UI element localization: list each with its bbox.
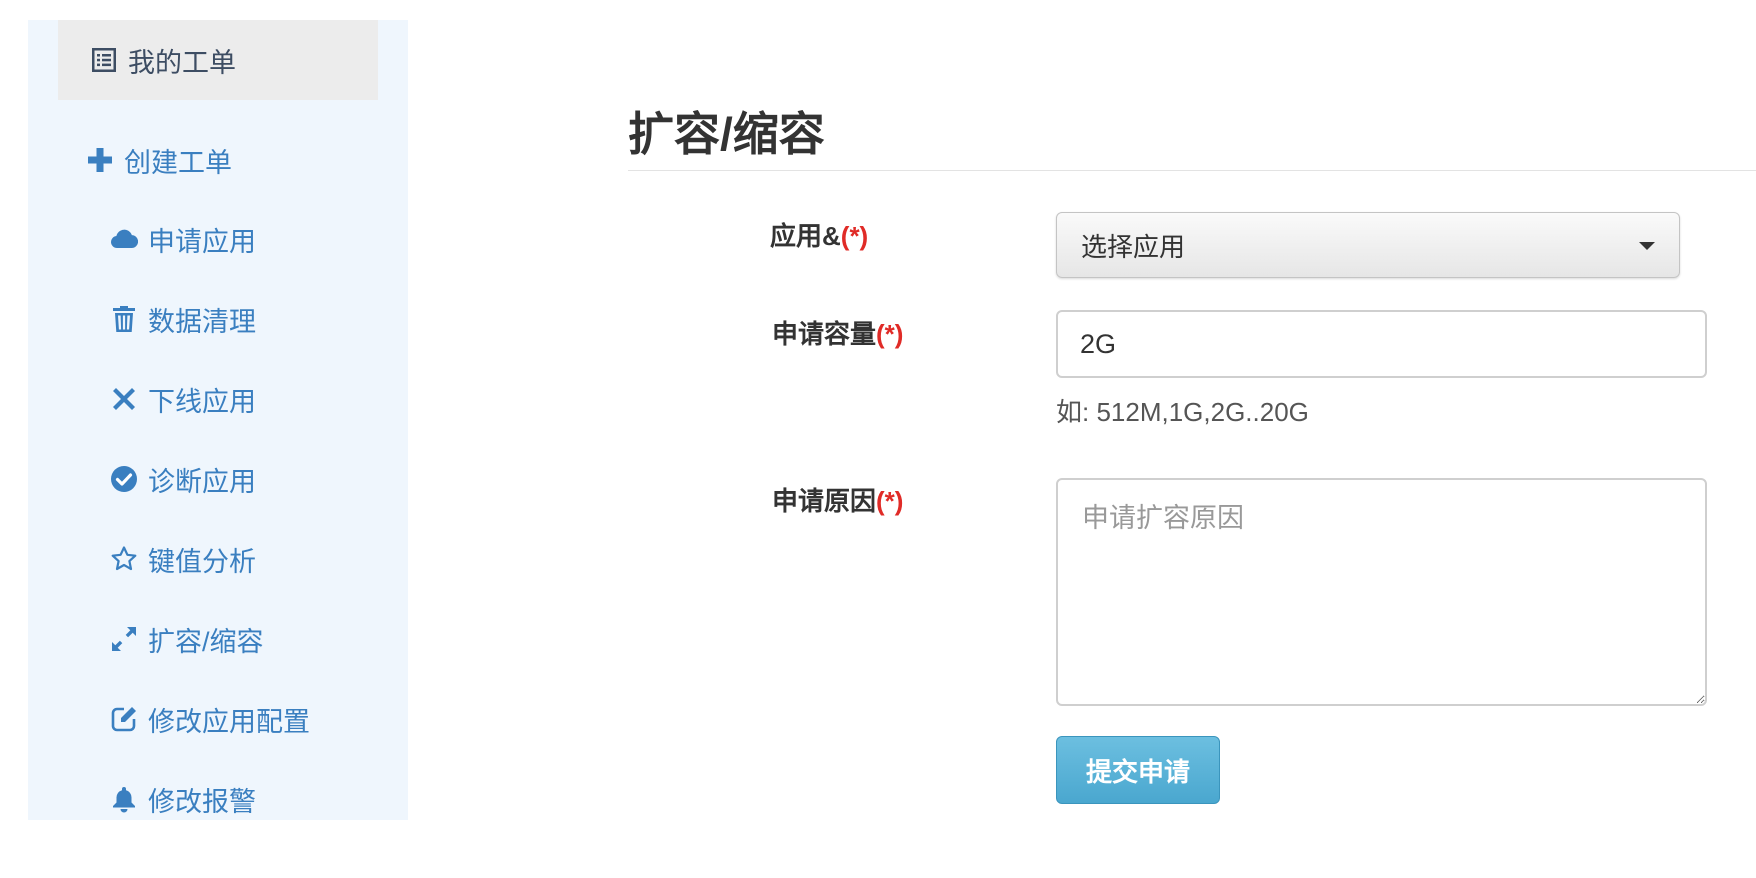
reason-label: 申请原因(*) — [772, 481, 903, 518]
cloud-icon — [108, 223, 140, 255]
sidebar-item-label: 数据清理 — [148, 306, 256, 337]
sidebar-item-data-cleanup[interactable]: 数据清理 — [108, 299, 256, 339]
sidebar-item-edit-alarm[interactable]: 修改报警 — [108, 779, 256, 819]
sidebar-item-diagnose-app[interactable]: 诊断应用 — [108, 459, 256, 499]
capacity-help-text: 如: 512M,1G,2G..20G — [1056, 397, 1309, 427]
sidebar-item-label: 申请应用 — [148, 226, 256, 257]
submit-button[interactable]: 提交申请 — [1056, 736, 1220, 804]
resize-icon — [108, 623, 140, 655]
caret-down-icon — [1639, 242, 1655, 250]
sidebar-item-label: 诊断应用 — [148, 466, 256, 497]
sidebar-item-label: 我的工单 — [128, 47, 236, 78]
sidebar-item-key-analysis[interactable]: 键值分析 — [108, 539, 256, 579]
page: 我的工单 创建工单 申请应用 数据清理 下线应用 诊断应用 键值分析 扩容/缩容… — [0, 0, 1756, 878]
sidebar-item-label: 修改报警 — [148, 786, 256, 817]
reason-label-text: 申请原因 — [772, 486, 877, 516]
page-title: 扩容/缩容 — [628, 108, 825, 160]
sidebar-item-label: 下线应用 — [148, 386, 256, 417]
edit-icon — [108, 703, 140, 735]
sidebar: 我的工单 创建工单 申请应用 数据清理 下线应用 诊断应用 键值分析 扩容/缩容… — [28, 20, 408, 820]
sidebar-item-apply-app[interactable]: 申请应用 — [108, 219, 256, 259]
app-select-value: 选择应用 — [1081, 231, 1186, 262]
bell-icon — [108, 783, 140, 815]
star-icon — [108, 543, 140, 575]
sidebar-item-my-tickets[interactable]: 我的工单 — [58, 20, 378, 100]
sidebar-item-create-ticket[interactable]: 创建工单 — [84, 140, 232, 180]
required-marker: (*) — [840, 221, 869, 251]
list-icon — [88, 44, 120, 76]
capacity-label: 申请容量(*) — [772, 314, 903, 351]
sidebar-item-label: 扩容/缩容 — [148, 626, 264, 657]
sidebar-item-offline-app[interactable]: 下线应用 — [108, 379, 256, 419]
check-circle-icon — [108, 463, 140, 495]
plus-icon — [84, 144, 116, 176]
app-select[interactable]: 选择应用 — [1056, 212, 1680, 278]
sidebar-item-scale[interactable]: 扩容/缩容 — [108, 619, 264, 659]
app-label: 应用&(*) — [770, 216, 868, 253]
sidebar-item-label: 创建工单 — [124, 147, 232, 178]
capacity-input[interactable] — [1056, 310, 1707, 378]
sidebar-item-label: 键值分析 — [148, 546, 256, 577]
sidebar-item-label: 修改应用配置 — [148, 706, 310, 737]
reason-textarea[interactable] — [1056, 478, 1707, 706]
sidebar-item-edit-app-config[interactable]: 修改应用配置 — [108, 699, 310, 739]
title-divider — [628, 170, 1756, 171]
required-marker: (*) — [876, 486, 904, 516]
app-label-text: 应用& — [770, 221, 841, 251]
close-icon — [108, 383, 140, 415]
trash-icon — [108, 303, 140, 335]
capacity-label-text: 申请容量 — [772, 319, 877, 349]
required-marker: (*) — [876, 319, 904, 349]
